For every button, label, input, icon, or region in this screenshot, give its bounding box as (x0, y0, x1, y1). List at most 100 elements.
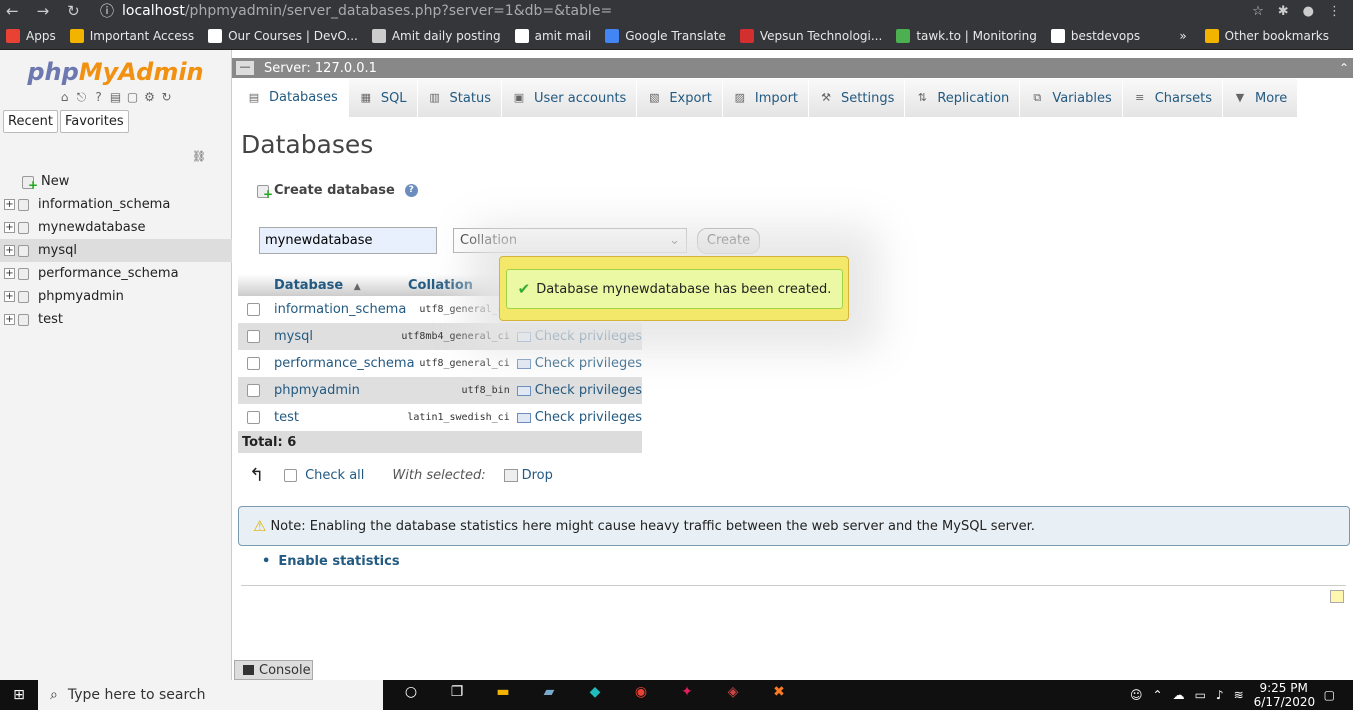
check-privileges-link[interactable]: Check privileges (516, 383, 642, 398)
scroll-top-icon[interactable]: ⌃ (1339, 61, 1349, 75)
tab-user-accounts[interactable]: ▣ User accounts (501, 79, 638, 117)
notifications-icon[interactable]: ▢ (1324, 688, 1335, 702)
tab-sql[interactable]: ▦ SQL (348, 79, 418, 117)
database-link[interactable]: mysql (274, 329, 397, 344)
profile-icon[interactable]: ● (1303, 4, 1314, 19)
expand-icon[interactable]: + (4, 245, 15, 256)
tab-import[interactable]: ▨ Import (722, 79, 810, 117)
tree-item-mysql[interactable]: + mysql (0, 239, 232, 262)
database-link[interactable]: phpmyadmin (274, 383, 397, 398)
database-link[interactable]: performance_schema (274, 356, 415, 371)
console-button[interactable]: Console (234, 660, 313, 680)
taskbar-search[interactable]: ⌕ Type here to search (38, 680, 383, 710)
menu-icon[interactable]: ⋮ (1328, 4, 1341, 19)
bookmark-item[interactable]: Google Translate (605, 28, 726, 43)
tree-item-test[interactable]: + test (0, 308, 232, 331)
tab-more[interactable]: ▼ More (1223, 79, 1299, 117)
check-privileges-link[interactable]: Check privileges (516, 410, 642, 425)
drop-button[interactable]: Drop (503, 468, 553, 483)
notepad-icon[interactable]: ▰ (537, 684, 561, 706)
row-checkbox[interactable] (247, 411, 260, 424)
tree-item-performance_schema[interactable]: + performance_schema (0, 262, 232, 285)
bookmark-item[interactable]: bestdevops (1050, 28, 1140, 43)
more-bookmarks[interactable]: » (1179, 29, 1186, 43)
row-checkbox[interactable] (247, 384, 260, 397)
help-icon[interactable]: ? (404, 184, 418, 197)
bookmark-item[interactable]: Apps (6, 28, 56, 43)
create-button[interactable]: Create (697, 228, 760, 254)
enable-statistics-link[interactable]: • Enable statistics (262, 554, 400, 569)
logout-icon[interactable]: ⎋ (75, 90, 89, 104)
check-all-checkbox[interactable] (284, 469, 298, 482)
cortana-icon[interactable]: ○ (399, 684, 423, 706)
windows-start-icon[interactable]: ⊞ (0, 687, 38, 703)
file-explorer-icon[interactable]: ▬ (491, 684, 515, 706)
database-link[interactable]: information_schema (274, 302, 406, 317)
column-header-collation[interactable]: Collation (408, 278, 473, 293)
reload-icon[interactable]: ↻ (67, 2, 80, 20)
favorites-tab[interactable]: Favorites (59, 110, 129, 133)
extension-icon[interactable]: ✱ (1278, 4, 1289, 19)
bookmark-item[interactable]: Amit daily posting (371, 28, 501, 43)
database-link[interactable]: test (274, 410, 397, 425)
check-privileges-link[interactable]: Check privileges (516, 329, 642, 344)
clock[interactable]: 9:25 PM 6/17/2020 (1254, 681, 1316, 709)
tree-item-information_schema[interactable]: + information_schema (0, 193, 232, 216)
expand-icon[interactable]: + (4, 314, 15, 325)
server-breadcrumb[interactable]: Server: 127.0.0.1 (264, 61, 377, 76)
address-bar[interactable]: ⓘ localhost/phpmyadmin/server_databases.… (100, 1, 612, 21)
slack-icon[interactable]: ✦ (675, 684, 699, 706)
help-icon[interactable]: ? (92, 90, 106, 104)
tree-item-new[interactable]: New (0, 170, 232, 193)
star-icon[interactable]: ☆ (1252, 4, 1264, 19)
row-checkbox[interactable] (247, 303, 260, 316)
tree-item-phpmyadmin[interactable]: + phpmyadmin (0, 285, 232, 308)
tab-charsets[interactable]: ≡ Charsets (1122, 79, 1224, 117)
wifi-icon[interactable]: ≋ (1234, 688, 1244, 702)
bookmark-item[interactable]: Vepsun Technologi... (739, 28, 882, 43)
phpmyadmin-logo[interactable]: phpMyAdmin (0, 58, 231, 86)
app-icon[interactable]: ◆ (583, 684, 607, 706)
database-name-input[interactable] (259, 227, 437, 254)
expand-icon[interactable]: + (4, 199, 15, 210)
home-icon[interactable]: ⌂ (58, 90, 72, 104)
bookmark-item[interactable]: Our Courses | DevO... (208, 28, 358, 43)
check-privileges-link[interactable]: Check privileges (516, 356, 642, 371)
tab-export[interactable]: ▧ Export (637, 79, 723, 117)
column-header-database[interactable]: Database ▲ (274, 278, 408, 293)
expand-icon[interactable]: + (4, 222, 15, 233)
tab-replication[interactable]: ⇅ Replication (905, 79, 1021, 117)
refresh-icon[interactable]: ↻ (160, 90, 174, 104)
row-checkbox[interactable] (247, 357, 260, 370)
tab-settings[interactable]: ⚒ Settings (809, 79, 906, 117)
battery-icon[interactable]: ▭ (1195, 688, 1206, 702)
recent-tab[interactable]: Recent (3, 110, 58, 133)
tab-databases[interactable]: ▤ Databases (237, 79, 349, 117)
tree-item-mynewdatabase[interactable]: + mynewdatabase (0, 216, 232, 239)
expand-icon[interactable]: + (4, 268, 15, 279)
people-icon[interactable]: ☺ (1130, 688, 1143, 702)
success-notification[interactable]: ✔ Database mynewdatabase has been create… (499, 256, 849, 321)
check-all-label[interactable]: Check all (305, 468, 364, 483)
copy-icon[interactable]: ▢ (126, 90, 140, 104)
cloud-icon[interactable]: ☁ (1173, 688, 1185, 702)
task-view-icon[interactable]: ❐ (445, 684, 469, 706)
bookmark-item[interactable]: amit mail (514, 28, 591, 43)
paint-icon[interactable]: ◈ (721, 684, 745, 706)
docs-icon[interactable]: ▤ (109, 90, 123, 104)
bookmark-item[interactable]: Important Access (69, 28, 194, 43)
other-bookmarks[interactable]: Other bookmarks (1204, 28, 1329, 43)
volume-icon[interactable]: ♪ (1216, 688, 1224, 702)
chevron-up-icon[interactable]: ⌃ (1153, 688, 1163, 702)
gear-icon[interactable]: ⚙ (143, 90, 157, 104)
page-settings-icon[interactable] (1330, 590, 1344, 603)
back-icon[interactable]: ← (6, 2, 19, 20)
row-checkbox[interactable] (247, 330, 260, 343)
expand-icon[interactable]: + (4, 291, 15, 302)
forward-icon[interactable]: → (37, 2, 50, 20)
tab-variables[interactable]: ⧉ Variables (1020, 79, 1123, 117)
collapse-nav-button[interactable]: — (236, 61, 254, 75)
bookmark-item[interactable]: tawk.to | Monitoring (896, 28, 1037, 43)
collation-select[interactable]: Collation ⌄ (453, 228, 687, 253)
xampp-icon[interactable]: ✖ (767, 684, 791, 706)
